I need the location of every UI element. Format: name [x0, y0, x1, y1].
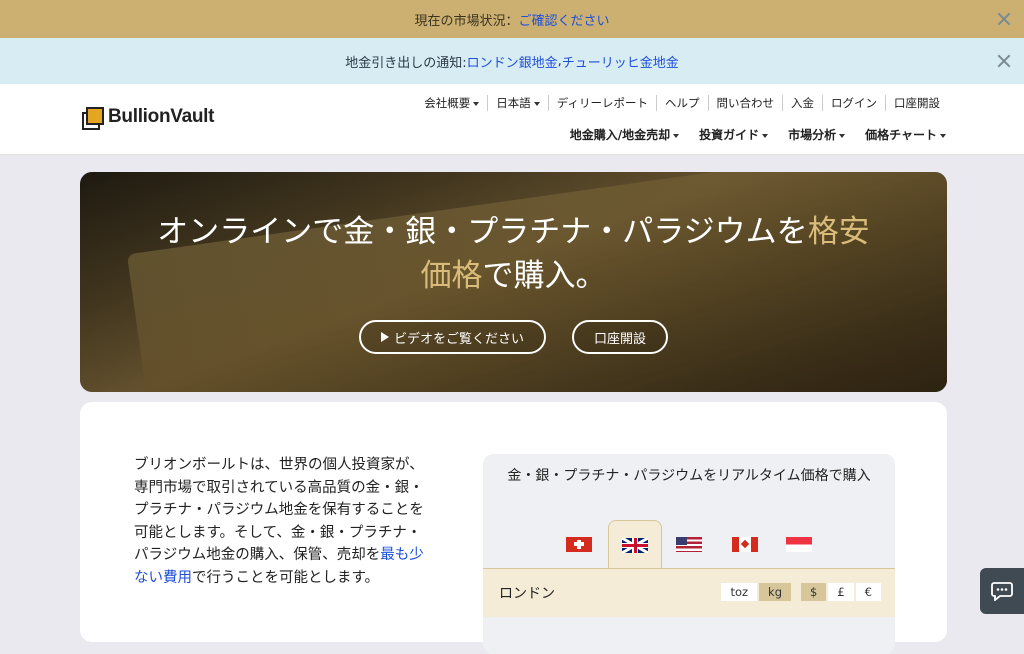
market-status-banner: 現在の市場状況： ご確認ください — [0, 0, 1024, 38]
caret-down-icon — [533, 101, 540, 106]
hero-banner: オンラインで金・銀・プラチナ・パラジウムを格安 価格で購入。 ビデオをご覧くださ… — [80, 172, 947, 392]
hero-text: オンラインで金・銀・プラチナ・パラジウムを — [157, 214, 808, 250]
util-nav-label: 日本語 — [496, 96, 531, 110]
notice-link-london-silver[interactable]: ロンドン銀地金 — [467, 52, 558, 71]
main-nav-buy-sell[interactable]: 地金購入/地金売却 — [569, 126, 680, 143]
currency-gbp-button[interactable]: £ — [828, 583, 854, 601]
close-icon[interactable] — [996, 53, 1012, 69]
util-nav-contact[interactable]: 問い合わせ — [707, 95, 783, 111]
util-nav-open-account[interactable]: 口座開設 — [885, 95, 948, 111]
hero-buttons: ビデオをご覧ください 口座開設 — [80, 320, 947, 354]
vault-logo-icon — [80, 106, 104, 130]
caret-down-icon — [673, 133, 680, 138]
unit-kg-button[interactable]: kg — [759, 583, 792, 601]
util-nav-login[interactable]: ログイン — [822, 95, 885, 111]
swiss-flag-icon — [566, 536, 592, 552]
chat-button[interactable] — [980, 568, 1024, 614]
hero-text-gold: 格安 — [807, 214, 870, 250]
hero-headline: オンラインで金・銀・プラチナ・パラジウムを格安 価格で購入。 — [80, 210, 947, 298]
tab-usa[interactable] — [663, 520, 715, 568]
price-location-row: ロンドン toz kg $ £ € — [483, 568, 895, 617]
caret-down-icon — [940, 133, 946, 138]
util-nav-label: 会社概要 — [424, 96, 471, 110]
tab-canada[interactable] — [719, 520, 771, 568]
content-card: ブリオンボールトは、世界の個人投資家が、専門市場で取引されている高品質の金・銀・… — [80, 402, 947, 654]
open-account-button[interactable]: 口座開設 — [572, 320, 669, 354]
play-icon — [380, 332, 389, 342]
watch-video-label: ビデオをご覧ください — [393, 331, 524, 347]
main-nav: 地金購入/地金売却 投資ガイド 市場分析 価格チャート — [550, 126, 946, 143]
live-price-widget: 金・銀・プラチナ・パラジウムをリアルタイム価格で購入 ロンドン toz kg $… — [483, 454, 895, 654]
main-nav-label: 価格チャート — [865, 128, 937, 142]
util-nav-deposit[interactable]: 入金 — [782, 95, 822, 111]
withdrawal-notice-banner: 地金引き出しの通知: ロンドン銀地金, チューリッヒ金地金 — [0, 38, 1024, 84]
hero-text: で購入。 — [482, 258, 607, 294]
caret-down-icon — [473, 101, 480, 106]
currency-usd-button[interactable]: $ — [801, 583, 827, 601]
us-flag-icon — [676, 536, 702, 552]
notice-link-zurich-gold[interactable]: チューリッヒ金地金 — [562, 52, 679, 71]
market-status-label: 現在の市場状況： — [414, 13, 519, 29]
util-nav-company[interactable]: 会社概要 — [416, 95, 487, 111]
util-nav-daily-report[interactable]: ディリーレポート — [547, 95, 656, 111]
currency-eur-button[interactable]: € — [855, 583, 881, 601]
util-nav-language[interactable]: 日本語 — [487, 95, 548, 111]
logo[interactable]: BullionVault — [80, 106, 215, 130]
tab-singapore[interactable] — [773, 520, 825, 568]
main-nav-guide[interactable]: 投資ガイド — [699, 126, 769, 143]
main-nav-charts[interactable]: 価格チャート — [865, 126, 946, 143]
canada-flag-icon — [732, 536, 758, 552]
unit-toz-button[interactable]: toz — [721, 583, 758, 601]
hero-text-gold: 価格 — [420, 258, 483, 294]
open-account-label: 口座開設 — [594, 331, 647, 347]
intro-text: ブリオンボールトは、世界の個人投資家が、専門市場で取引されている高品質の金・銀・… — [134, 454, 434, 589]
caret-down-icon — [762, 133, 769, 138]
tab-uk[interactable] — [608, 520, 662, 569]
tab-switzerland[interactable] — [553, 520, 605, 568]
main-nav-analysis[interactable]: 市場分析 — [788, 126, 846, 143]
vault-location-tabs — [483, 520, 895, 569]
caret-down-icon — [839, 133, 846, 138]
close-icon[interactable] — [996, 11, 1012, 27]
uk-flag-icon — [622, 537, 648, 553]
logo-text: BullionVault — [108, 106, 215, 127]
utility-nav: 会社概要 日本語 ディリーレポート ヘルプ 問い合わせ 入金 ログイン 口座開設 — [416, 95, 948, 111]
watch-video-button[interactable]: ビデオをご覧ください — [358, 320, 546, 354]
notice-label: 地金引き出しの通知: — [345, 55, 467, 71]
util-nav-help[interactable]: ヘルプ — [656, 95, 708, 111]
price-widget-title: 金・銀・プラチナ・パラジウムをリアルタイム価格で購入 — [507, 468, 871, 484]
chat-bubble-icon — [991, 582, 1013, 601]
main-nav-label: 地金購入/地金売却 — [569, 128, 671, 142]
main-nav-label: 投資ガイド — [699, 128, 760, 142]
market-status-link[interactable]: ご確認ください — [519, 10, 610, 29]
site-header: BullionVault 会社概要 日本語 ディリーレポート ヘルプ 問い合わせ… — [0, 84, 1024, 155]
main-nav-label: 市場分析 — [788, 128, 837, 142]
unit-selectors: toz kg $ £ € — [721, 583, 881, 601]
singapore-flag-icon — [786, 536, 812, 552]
location-name: ロンドン — [499, 586, 555, 602]
intro-text-b: で行うことを可能とします。 — [192, 569, 380, 586]
